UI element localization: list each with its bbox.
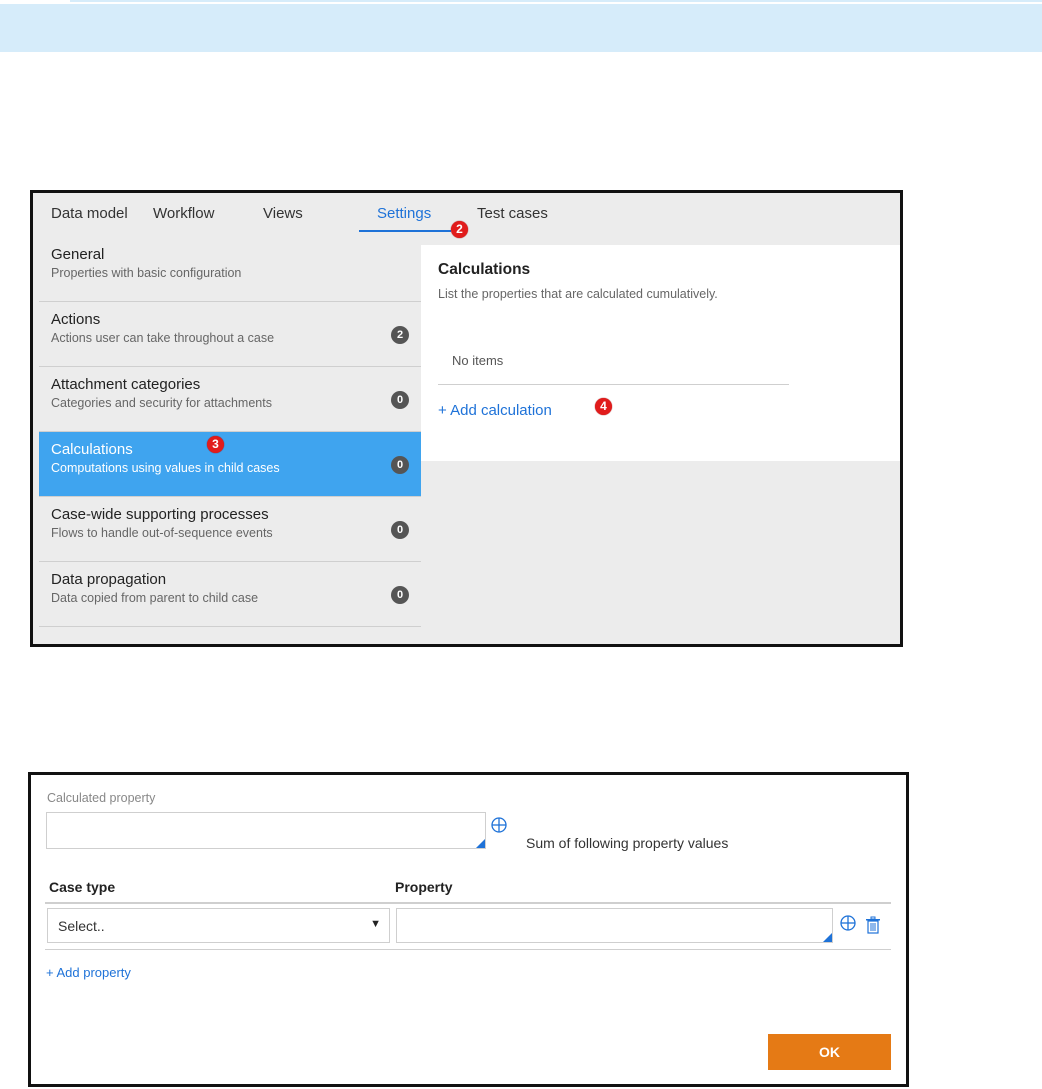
sidebar-item-desc: Properties with basic configuration xyxy=(51,266,242,280)
sidebar-item-title: Actions xyxy=(51,311,101,328)
empty-state-text: No items xyxy=(452,353,504,368)
calculation-dialog: Calculated property Sum of following pro… xyxy=(28,772,909,1087)
add-property-link[interactable]: + Add property xyxy=(46,965,131,980)
sidebar-item-desc: Actions user can take throughout a case xyxy=(51,331,275,345)
case-settings-panel: Data model Workflow Views Settings Test … xyxy=(30,190,903,647)
tab-workflow[interactable]: Workflow xyxy=(153,205,214,222)
row-divider xyxy=(45,949,891,950)
autocomplete-corner-icon xyxy=(823,933,832,942)
tab-bar: Data model Workflow Views Settings Test … xyxy=(33,193,900,238)
count-badge: 0 xyxy=(391,521,409,539)
step-marker-3: 3 xyxy=(207,436,224,453)
divider xyxy=(438,384,789,385)
sidebar-item-general[interactable]: General Properties with basic configurat… xyxy=(39,237,421,302)
count-badge: 0 xyxy=(391,586,409,604)
sidebar-item-actions[interactable]: Actions Actions user can take throughout… xyxy=(39,302,421,367)
crosshair-icon[interactable] xyxy=(839,914,857,932)
settings-sidebar: General Properties with basic configurat… xyxy=(39,237,421,627)
case-type-select[interactable]: Select.. ▼ xyxy=(47,908,390,943)
autocomplete-corner-icon xyxy=(476,839,485,848)
banner-edge xyxy=(70,2,1042,4)
tab-views[interactable]: Views xyxy=(263,205,303,222)
column-header-property: Property xyxy=(395,879,453,895)
sidebar-item-data-propagation[interactable]: Data propagation Data copied from parent… xyxy=(39,562,421,627)
sidebar-item-title: Calculations xyxy=(51,441,133,458)
section-subtitle: List the properties that are calculated … xyxy=(438,287,718,301)
trash-icon[interactable] xyxy=(865,916,881,934)
tab-settings[interactable]: Settings xyxy=(377,205,431,222)
count-badge: 2 xyxy=(391,326,409,344)
section-title: Calculations xyxy=(438,261,531,278)
sidebar-item-title: Attachment categories xyxy=(51,376,201,393)
tab-test-cases[interactable]: Test cases xyxy=(477,205,548,222)
sidebar-item-desc: Data copied from parent to child case xyxy=(51,591,259,605)
count-badge: 0 xyxy=(391,391,409,409)
sidebar-item-desc: Categories and security for attachments xyxy=(51,396,272,410)
sidebar-item-title: Data propagation xyxy=(51,571,167,588)
sum-description: Sum of following property values xyxy=(526,835,729,851)
sidebar-item-desc: Flows to handle out-of-sequence events xyxy=(51,526,273,540)
sidebar-item-title: General xyxy=(51,246,105,263)
dropdown-arrow-icon: ▼ xyxy=(370,918,381,930)
active-tab-underline xyxy=(359,230,451,232)
add-calculation-link[interactable]: + Add calculation xyxy=(438,402,552,419)
step-marker-2: 2 xyxy=(451,221,468,238)
count-badge: 0 xyxy=(391,456,409,474)
sidebar-item-attachment-categories[interactable]: Attachment categories Categories and sec… xyxy=(39,367,421,432)
calculations-content: Calculations List the properties that ar… xyxy=(421,245,900,461)
sidebar-item-title: Case-wide supporting processes xyxy=(51,506,269,523)
column-header-case-type: Case type xyxy=(49,879,116,895)
property-input[interactable] xyxy=(396,908,833,943)
ok-button[interactable]: OK xyxy=(768,1034,891,1070)
case-type-value: Select.. xyxy=(58,918,105,934)
sidebar-item-case-wide-processes[interactable]: Case-wide supporting processes Flows to … xyxy=(39,497,421,562)
top-banner xyxy=(0,0,1042,52)
step-marker-4: 4 xyxy=(595,398,612,415)
crosshair-icon[interactable] xyxy=(490,816,508,834)
sidebar-item-desc: Computations using values in child cases xyxy=(51,461,280,475)
calculated-property-input[interactable] xyxy=(46,812,486,849)
tab-data-model[interactable]: Data model xyxy=(51,205,128,222)
banner-notch xyxy=(0,0,70,4)
calculated-property-label: Calculated property xyxy=(47,791,156,805)
sidebar-item-calculations[interactable]: Calculations Computations using values i… xyxy=(39,432,421,497)
header-divider xyxy=(45,902,891,904)
